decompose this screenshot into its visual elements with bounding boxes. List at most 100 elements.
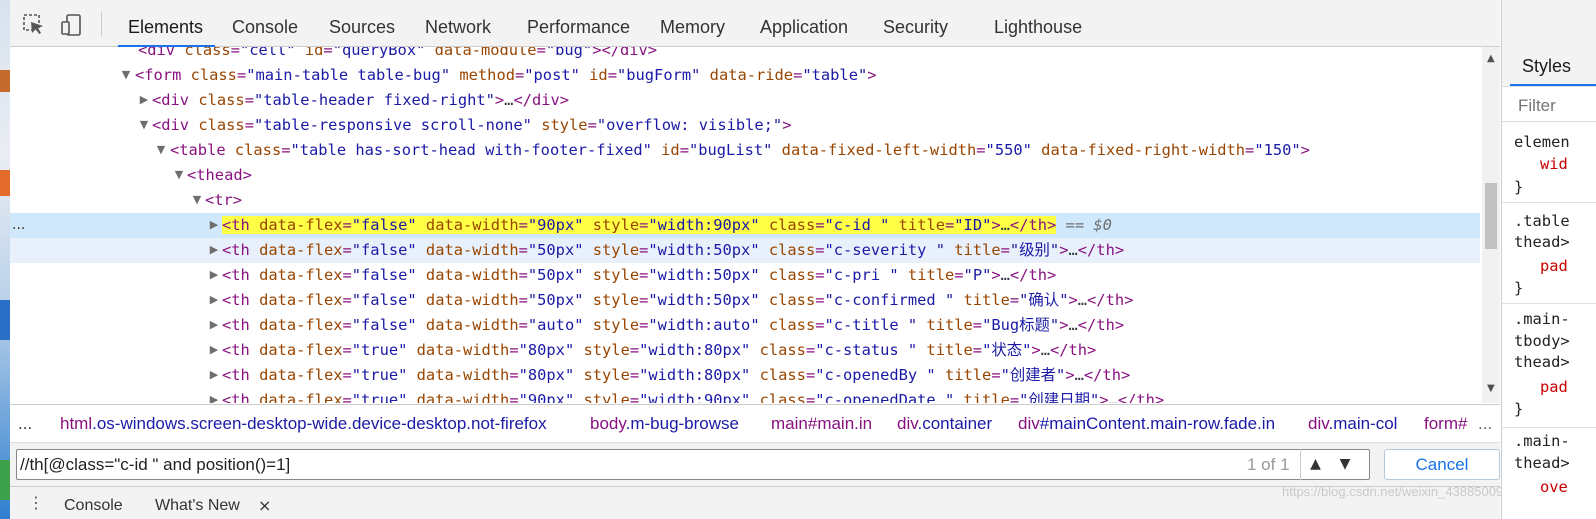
breadcrumb-item-maincontent[interactable]: div#mainContent.main-row.fade.in: [1018, 405, 1275, 442]
expand-triangle-icon[interactable]: ▶: [208, 218, 220, 232]
expand-triangle-icon[interactable]: ▶: [208, 318, 220, 332]
inspect-cursor-icon[interactable]: [22, 13, 46, 37]
expand-triangle-icon[interactable]: ▶: [208, 293, 220, 307]
tab-application[interactable]: Application: [760, 0, 848, 47]
rule-property[interactable]: pad: [1540, 255, 1568, 277]
device-toggle-icon[interactable]: [60, 13, 84, 37]
breadcrumb-overflow-right[interactable]: ...: [1478, 405, 1492, 442]
expand-triangle-icon[interactable]: ▶: [208, 368, 220, 382]
dom-node-code: <th data-flex="false" data-width="50px" …: [222, 241, 1125, 259]
dom-node-line-selected[interactable]: ... ▶ <th data-flex="false" data-width="…: [10, 213, 1480, 238]
styles-filter-box: [1502, 88, 1596, 122]
crumb-rest: .main-col: [1328, 414, 1398, 433]
style-rule[interactable]: .main- thead> ove: [1502, 428, 1596, 519]
tab-security[interactable]: Security: [883, 0, 948, 47]
dom-node-line[interactable]: ▼ <div class="table-responsive scroll-no…: [10, 113, 1480, 138]
crumb-tag: form: [1424, 414, 1458, 433]
expand-triangle-icon[interactable]: ▶: [208, 268, 220, 282]
dom-node-code: <th data-flex="true" data-width="80px" s…: [222, 366, 1131, 384]
dom-node-line[interactable]: ▶ <th data-flex="false" data-width="50px…: [10, 288, 1480, 313]
breadcrumb-item-html[interactable]: html.os-windows.screen-desktop-wide.devi…: [60, 405, 547, 442]
tab-network[interactable]: Network: [425, 0, 491, 47]
tab-elements[interactable]: Elements: [117, 0, 216, 47]
rule-selector: tbody>: [1514, 332, 1570, 350]
dom-node-line[interactable]: ▼ <table class="table has-sort-head with…: [10, 138, 1480, 163]
dom-node-code: <th data-flex="false" data-width="50px" …: [222, 291, 1134, 309]
dom-node-line[interactable]: ▶ <th data-flex="false" data-width="50px…: [10, 238, 1480, 263]
expand-triangle-icon[interactable]: ▶: [208, 343, 220, 357]
tab-sources[interactable]: Sources: [329, 0, 395, 47]
collapse-triangle-icon[interactable]: ▼: [191, 193, 203, 207]
dom-node-line[interactable]: ▶ <th data-flex="false" data-width="auto…: [10, 313, 1480, 338]
desktop-icon-fragment: [0, 70, 10, 92]
dom-node-code: <div class="table-header fixed-right">…<…: [152, 91, 570, 109]
scroll-up-arrow-icon[interactable]: ▲: [1487, 53, 1495, 64]
breadcrumb-item-body[interactable]: body.m-bug-browse: [590, 405, 739, 442]
dom-node-line[interactable]: <div class="cell" id="queryBox" data-mod…: [10, 47, 1480, 63]
dom-node-line[interactable]: ▶ <th data-flex="true" data-width="90px"…: [10, 388, 1480, 403]
dom-tree-scrollbar[interactable]: ▲ ▼: [1482, 47, 1500, 403]
rule-property[interactable]: ove: [1540, 476, 1568, 498]
crumb-rest: #mainContent.main-row.fade.in: [1039, 414, 1276, 433]
crumb-tag: div: [1018, 414, 1040, 433]
drawer-tab-console[interactable]: Console: [64, 497, 123, 515]
dom-node-line[interactable]: ▶ <th data-flex="false" data-width="50px…: [10, 263, 1480, 288]
crumb-tag: div: [897, 414, 918, 433]
breadcrumb-item-main-col[interactable]: div.main-col: [1308, 405, 1397, 442]
rule-selector: .main-: [1514, 310, 1570, 328]
style-rule[interactable]: elemen wid }: [1502, 123, 1596, 203]
breadcrumb-item-form[interactable]: form#: [1424, 405, 1467, 442]
desktop-background-strip: [0, 0, 10, 519]
style-rule[interactable]: .table thead> pad }: [1502, 203, 1596, 304]
collapse-triangle-icon[interactable]: ▼: [173, 168, 185, 182]
chevron-down-icon[interactable]: ▼: [1330, 449, 1360, 480]
crumb-rest: #main.in: [807, 414, 873, 433]
dom-node-line[interactable]: ▼ <tr>: [10, 188, 1480, 213]
collapse-triangle-icon[interactable]: ▼: [120, 68, 132, 82]
breadcrumb-overflow-left[interactable]: ...: [18, 405, 32, 442]
dom-node-line[interactable]: ▼ <form class="main-table table-bug" met…: [10, 63, 1480, 88]
rule-property[interactable]: wid: [1540, 153, 1568, 175]
tab-styles[interactable]: Styles: [1522, 56, 1571, 77]
dom-node-line[interactable]: ▶ <th data-flex="true" data-width="80px"…: [10, 363, 1480, 388]
chevron-up-icon[interactable]: ▲: [1300, 449, 1330, 480]
dom-node-line[interactable]: ▶ <th data-flex="true" data-width="80px"…: [10, 338, 1480, 363]
dom-tree-panel[interactable]: <div class="cell" id="queryBox" data-mod…: [10, 47, 1480, 403]
dom-node-code: <th data-flex="false" data-width="90px" …: [222, 216, 1112, 234]
close-icon[interactable]: ×: [258, 496, 271, 515]
drawer-menu-icon[interactable]: ⋮: [28, 493, 44, 512]
scroll-down-arrow-icon[interactable]: ▼: [1487, 383, 1495, 394]
tab-memory[interactable]: Memory: [660, 0, 725, 47]
breadcrumb-item-container[interactable]: div.container: [897, 405, 992, 442]
search-input[interactable]: [16, 449, 1370, 480]
expand-triangle-icon[interactable]: ▶: [208, 393, 220, 403]
dom-node-code: <th data-flex="true" data-width="80px" s…: [222, 341, 1097, 359]
expand-triangle-icon[interactable]: ▶: [138, 93, 150, 107]
breadcrumb-item-main[interactable]: main#main.in: [771, 405, 872, 442]
expand-triangle-icon[interactable]: ▶: [208, 243, 220, 257]
dom-node-code: <div class="cell" id="queryBox" data-mod…: [138, 47, 658, 59]
cancel-button[interactable]: Cancel: [1384, 449, 1500, 480]
more-options-icon[interactable]: ...: [12, 213, 25, 238]
desktop-icon-fragment: [0, 170, 10, 196]
collapse-triangle-icon[interactable]: ▼: [138, 118, 150, 132]
tab-performance[interactable]: Performance: [527, 0, 630, 47]
rule-property[interactable]: pad: [1540, 376, 1568, 398]
scrollbar-thumb[interactable]: [1485, 183, 1497, 249]
collapse-triangle-icon[interactable]: ▼: [155, 143, 167, 157]
tab-lighthouse[interactable]: Lighthouse: [994, 0, 1082, 47]
search-match-count: 1 of 1: [1247, 455, 1290, 474]
styles-pane: Styles elemen wid } .table thead> pad } …: [1501, 0, 1596, 519]
drawer-tab-whats-new[interactable]: What's New: [155, 497, 240, 515]
dom-node-line[interactable]: ▶ <div class="table-header fixed-right">…: [10, 88, 1480, 113]
search-bar: 1 of 1 ▲ ▼ Cancel: [10, 442, 1500, 486]
dom-node-line[interactable]: ▼ <thead>: [10, 163, 1480, 188]
tab-console[interactable]: Console: [232, 0, 298, 47]
rule-brace: }: [1514, 400, 1524, 418]
toolbar-separator: [101, 12, 102, 36]
style-rule[interactable]: .main- tbody> thead> pad }: [1502, 304, 1596, 428]
styles-filter-input[interactable]: [1518, 95, 1588, 117]
rule-brace: }: [1514, 279, 1524, 297]
dom-node-code: <th data-flex="true" data-width="90px" s…: [222, 391, 1165, 403]
breadcrumb: ... html.os-windows.screen-desktop-wide.…: [10, 404, 1500, 442]
